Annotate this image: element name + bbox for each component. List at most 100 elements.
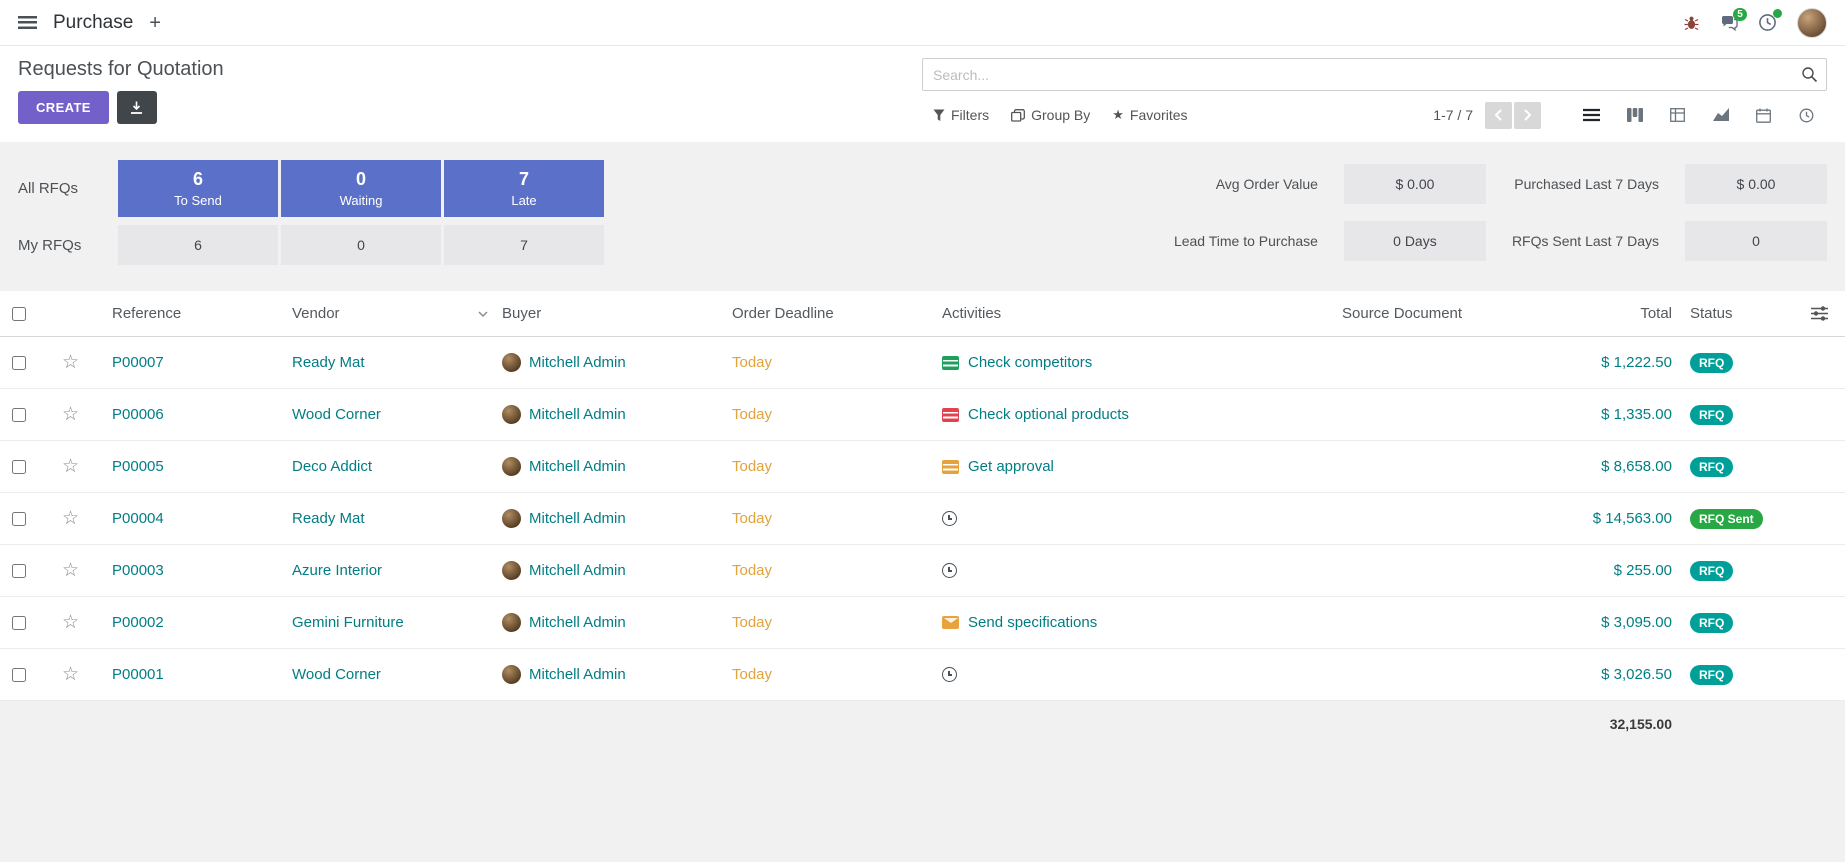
buyer-link[interactable]: Mitchell Admin [529,354,626,371]
row-checkbox[interactable] [12,460,26,474]
reference-link[interactable]: P00006 [112,406,164,423]
header-total[interactable]: Total [1552,305,1672,322]
header-status[interactable]: Status [1672,305,1782,322]
card-to-send[interactable]: 6 To Send [118,160,278,217]
activity-list-icon[interactable] [942,460,959,474]
messages-icon[interactable]: 5 [1720,15,1738,31]
activity-view-button[interactable] [1786,100,1827,130]
activity-list-icon[interactable] [942,408,959,422]
filters-button[interactable]: Filters [922,103,1000,127]
reference-link[interactable]: P00001 [112,666,164,683]
pager-next-button[interactable] [1514,102,1541,129]
favorite-star-icon[interactable]: ☆ [62,561,79,580]
table-row[interactable]: ☆ P00002 Gemini Furniture Mitchell Admin… [0,597,1845,649]
activities-clock-icon[interactable] [1758,13,1777,32]
bug-icon[interactable] [1683,15,1700,31]
row-checkbox[interactable] [12,356,26,370]
header-vendor[interactable]: Vendor [292,305,502,322]
activity-link[interactable]: Send specifications [968,614,1097,631]
buyer-link[interactable]: Mitchell Admin [529,666,626,683]
my-late-count[interactable]: 7 [444,225,604,265]
buyer-link[interactable]: Mitchell Admin [529,510,626,527]
my-to-send-count[interactable]: 6 [118,225,278,265]
header-order-deadline[interactable]: Order Deadline [732,305,942,322]
row-checkbox[interactable] [12,408,26,422]
reference-link[interactable]: P00004 [112,510,164,527]
vendor-link[interactable]: Ready Mat [292,354,365,371]
row-checkbox[interactable] [12,564,26,578]
activity-link[interactable]: Check optional products [968,406,1129,423]
vendor-link[interactable]: Gemini Furniture [292,614,404,631]
header-activities[interactable]: Activities [942,305,1342,322]
pivot-view-button[interactable] [1657,100,1698,130]
activity-clock-icon[interactable] [942,667,957,682]
activity-clock-icon[interactable] [942,511,957,526]
optional-columns-icon[interactable] [1782,306,1834,321]
header-reference[interactable]: Reference [112,305,292,322]
card-waiting[interactable]: 0 Waiting [281,160,441,217]
favorite-star-icon[interactable]: ☆ [62,665,79,684]
favorite-star-icon[interactable]: ☆ [62,509,79,528]
buyer-link[interactable]: Mitchell Admin [529,562,626,579]
reference-link[interactable]: P00003 [112,562,164,579]
vendor-link[interactable]: Ready Mat [292,510,365,527]
user-avatar[interactable] [1797,8,1827,38]
activity-mail-icon[interactable] [942,616,959,629]
row-checkbox[interactable] [12,512,26,526]
export-button[interactable] [117,91,157,124]
all-rfqs-label: All RFQs [18,180,118,197]
pager-value[interactable]: 1-7 / 7 [1433,107,1473,123]
row-checkbox[interactable] [12,616,26,630]
favorites-button[interactable]: ★ Favorites [1101,103,1198,127]
status-badge: RFQ [1690,561,1733,581]
search-tools-row: Filters Group By ★ Favorites 1-7 / 7 [922,100,1827,130]
select-all-checkbox[interactable] [12,307,26,321]
kanban-view-button[interactable] [1614,100,1655,130]
buyer-link[interactable]: Mitchell Admin [529,458,626,475]
search-input[interactable] [922,58,1827,91]
plus-icon[interactable]: + [149,13,161,33]
group-by-button[interactable]: Group By [1000,103,1101,127]
vendor-link[interactable]: Deco Addict [292,458,372,475]
table-row[interactable]: ☆ P00003 Azure Interior Mitchell Admin T… [0,545,1845,597]
activity-link[interactable]: Get approval [968,458,1054,475]
graph-view-button[interactable] [1700,100,1741,130]
activities-count-badge [1773,9,1782,18]
table-row[interactable]: ☆ P00004 Ready Mat Mitchell Admin Today … [0,493,1845,545]
favorite-star-icon[interactable]: ☆ [62,405,79,424]
buyer-link[interactable]: Mitchell Admin [529,406,626,423]
chevron-down-icon[interactable] [478,311,488,317]
vendor-link[interactable]: Wood Corner [292,666,381,683]
apps-menu-icon[interactable] [18,16,37,29]
pager: 1-7 / 7 [1433,102,1541,129]
header-buyer[interactable]: Buyer [502,305,732,322]
activity-link[interactable]: Check competitors [968,354,1092,371]
activity-list-icon[interactable] [942,356,959,370]
vendor-link[interactable]: Azure Interior [292,562,382,579]
vendor-link[interactable]: Wood Corner [292,406,381,423]
favorite-star-icon[interactable]: ☆ [62,353,79,372]
my-waiting-count[interactable]: 0 [281,225,441,265]
favorite-star-icon[interactable]: ☆ [62,457,79,476]
activity-clock-icon[interactable] [942,563,957,578]
group-by-icon [1011,109,1025,122]
card-late[interactable]: 7 Late [444,160,604,217]
table-row[interactable]: ☆ P00007 Ready Mat Mitchell Admin Today … [0,337,1845,389]
create-button[interactable]: CREATE [18,91,109,124]
reference-link[interactable]: P00005 [112,458,164,475]
reference-link[interactable]: P00002 [112,614,164,631]
buyer-link[interactable]: Mitchell Admin [529,614,626,631]
table-row[interactable]: ☆ P00001 Wood Corner Mitchell Admin Toda… [0,649,1845,701]
calendar-view-button[interactable] [1743,100,1784,130]
table-row[interactable]: ☆ P00005 Deco Addict Mitchell Admin Toda… [0,441,1845,493]
table-row[interactable]: ☆ P00006 Wood Corner Mitchell Admin Toda… [0,389,1845,441]
list-view-button[interactable] [1571,100,1612,130]
app-name-purchase[interactable]: Purchase [53,12,133,34]
search-icon[interactable] [1801,66,1818,88]
header-source-document[interactable]: Source Document [1342,305,1552,322]
pager-previous-button[interactable] [1485,102,1512,129]
favorite-star-icon[interactable]: ☆ [62,613,79,632]
order-deadline: Today [732,458,772,475]
reference-link[interactable]: P00007 [112,354,164,371]
row-checkbox[interactable] [12,668,26,682]
